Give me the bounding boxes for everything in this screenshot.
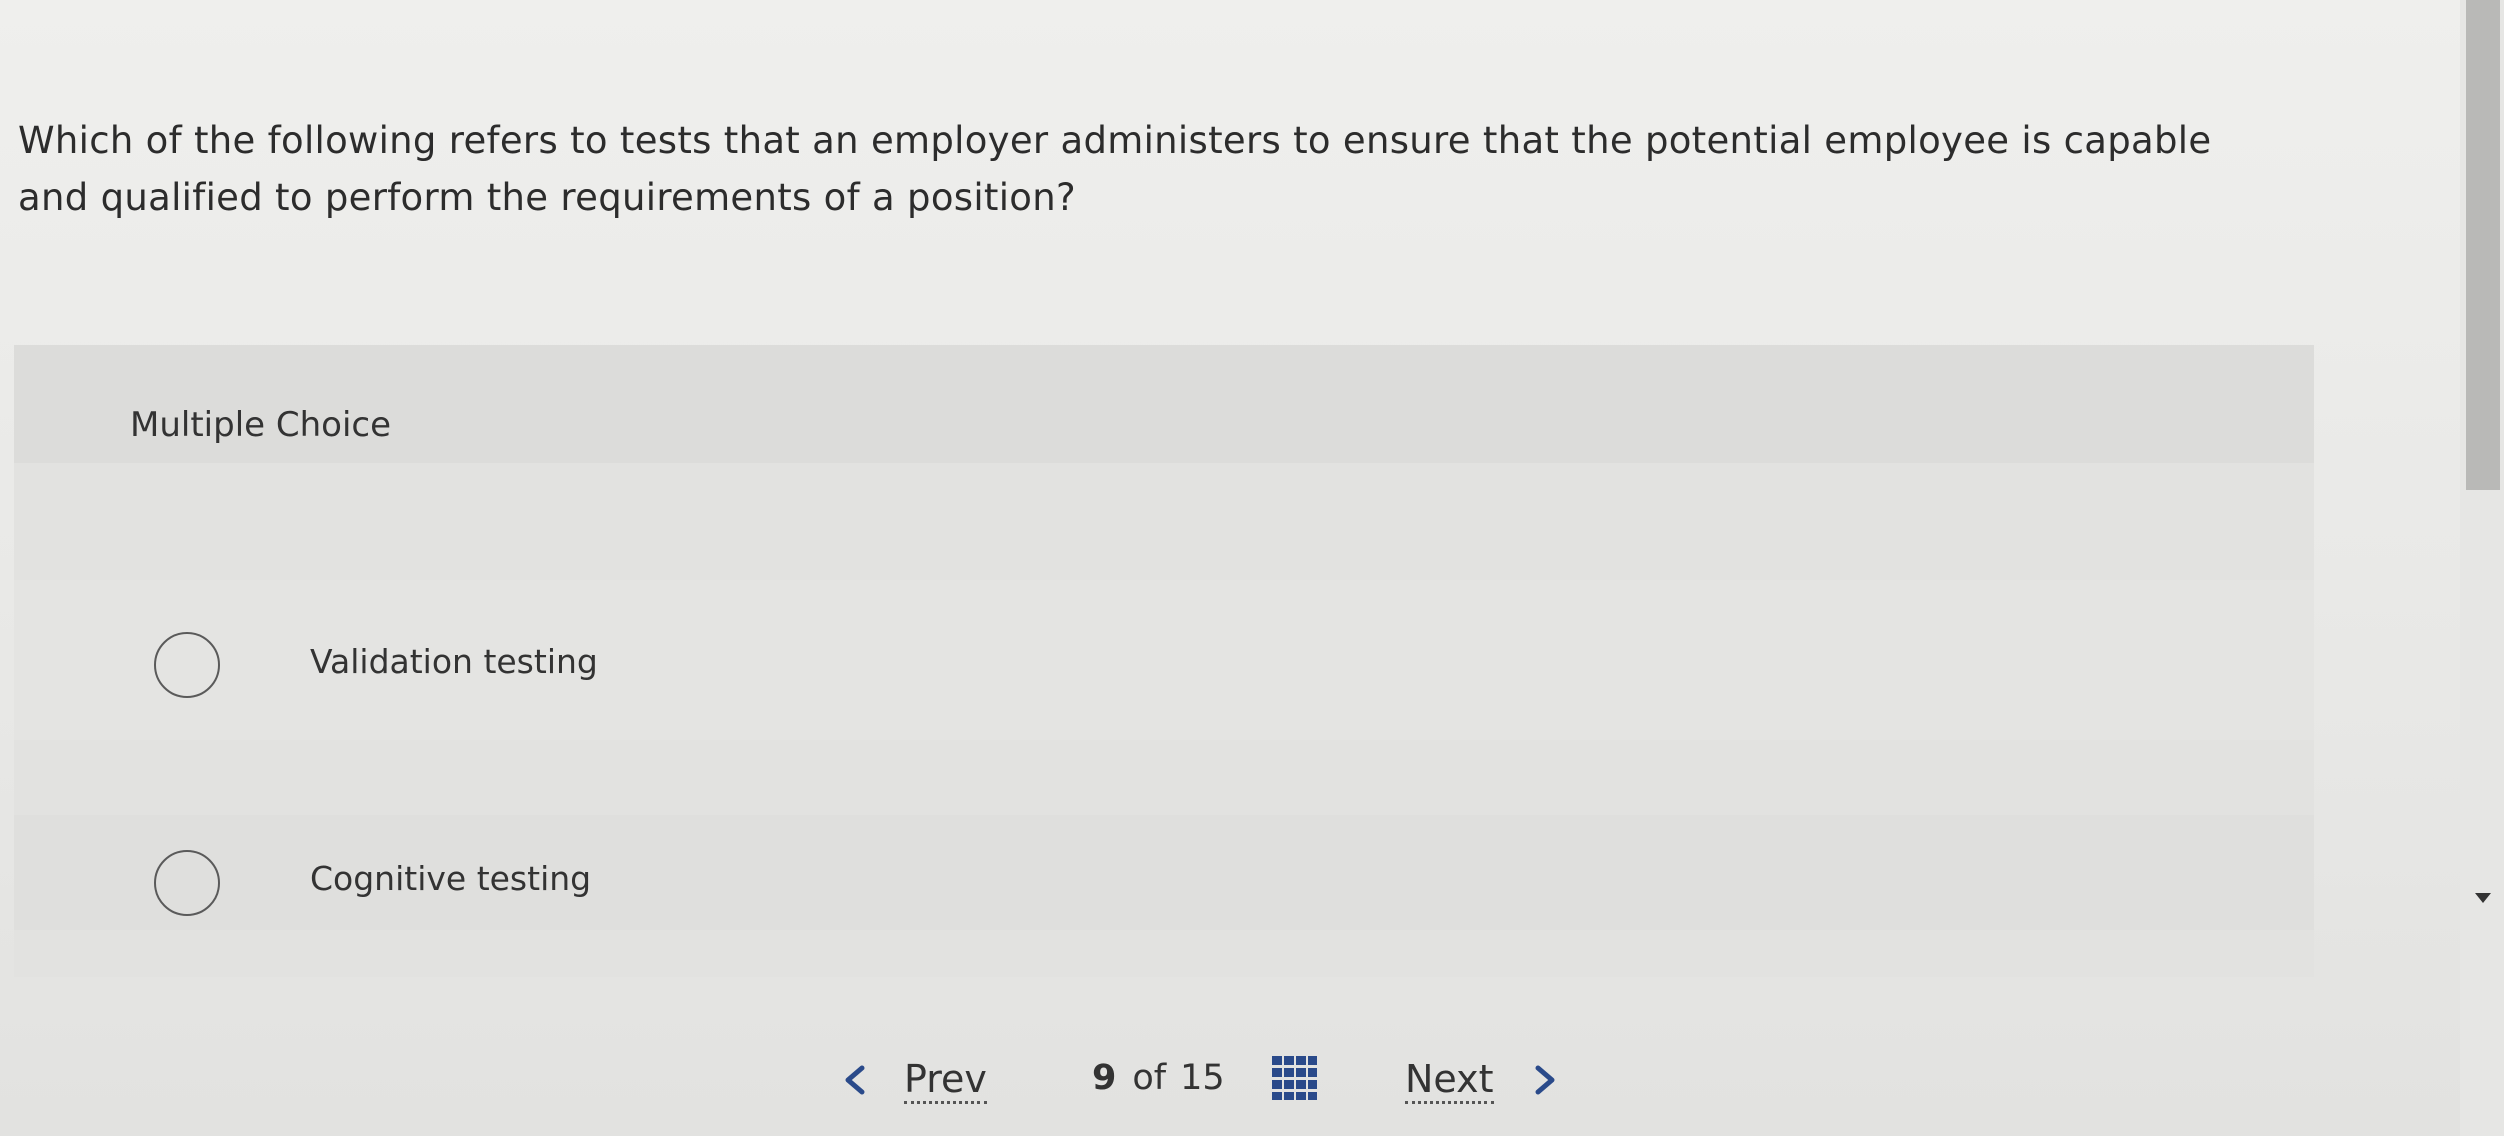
radio-button[interactable] [154,850,220,916]
radio-button[interactable] [154,632,220,698]
option-cognitive-testing[interactable]: Cognitive testing [14,815,2314,930]
next-label: Next [1405,1057,1494,1104]
current-page: 9 [1092,1058,1117,1098]
prev-button[interactable]: Prev [836,1050,987,1110]
scroll-down-arrow-icon[interactable] [2472,886,2494,908]
prev-label: Prev [904,1057,987,1104]
option-label: Validation testing [310,642,598,681]
multiple-choice-label: Multiple Choice [130,405,392,445]
total-pages: 15 [1180,1058,1225,1098]
question-text: Which of the following refers to tests t… [18,119,2212,219]
option-label: Cognitive testing [310,859,592,898]
page-counter: 9 of 15 [1092,1058,1225,1098]
chevron-left-icon [845,1065,865,1095]
multiple-choice-header: Multiple Choice [14,345,2314,463]
scrollbar-track[interactable] [2460,0,2504,1136]
grid-icon[interactable] [1270,1054,1318,1102]
question-navigation: Prev 9 of 15 Next [0,1050,2504,1110]
scrollbar-thumb[interactable] [2466,0,2500,490]
chevron-right-icon [1535,1065,1555,1095]
of-label: of [1132,1058,1167,1098]
page: Which of the following refers to tests t… [0,0,2504,1136]
next-button[interactable]: Next [1405,1050,1564,1110]
option-validation-testing[interactable]: Validation testing [14,580,2314,740]
multiple-choice-panel: Multiple Choice Validation testing Cogni… [14,345,2314,977]
